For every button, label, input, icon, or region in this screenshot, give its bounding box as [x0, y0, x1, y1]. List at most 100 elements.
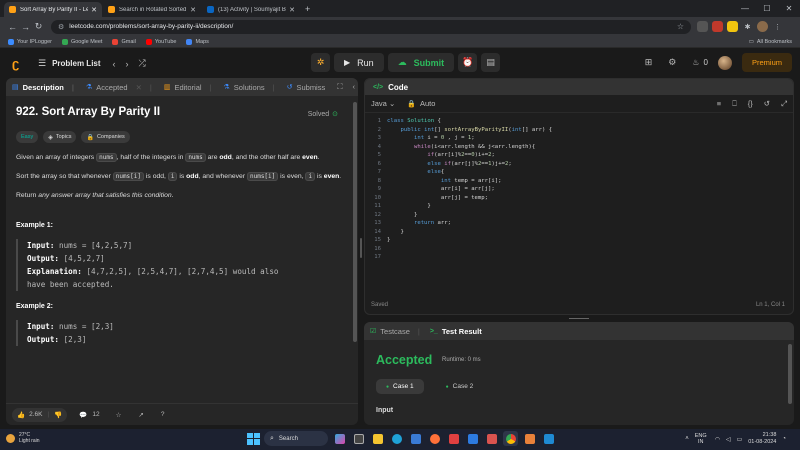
weather-widget[interactable]: 27°C Light rain [6, 432, 40, 444]
favorite-button[interactable]: ☆ [112, 411, 122, 419]
kebab-menu-icon[interactable]: ⋮ [772, 21, 783, 32]
language-select[interactable]: Java ⌄ [371, 99, 395, 108]
battery-icon[interactable]: ▭ [737, 436, 743, 443]
app-icon[interactable] [484, 431, 499, 446]
bookmark-item[interactable]: Gmail [112, 38, 136, 45]
clock[interactable]: 21:38 01-08-2024 [748, 432, 776, 446]
close-tab-icon[interactable]: ✕ [136, 83, 142, 92]
braces-icon[interactable]: {} [748, 99, 753, 109]
code-line[interactable]: 5 if(arr[i]%2==0)i+=2; [365, 151, 793, 160]
tab-description[interactable]: ▤ Description | [12, 83, 74, 92]
premium-button[interactable]: Premium [741, 53, 792, 72]
code-editor[interactable]: 1 class Solution {2 public int[] sortArra… [365, 113, 793, 262]
code-line[interactable]: 2 public int[] sortArrayByParityII(int[]… [365, 126, 793, 135]
reset-icon[interactable]: ↺ [764, 99, 770, 109]
problem-list-link[interactable]: Problem List [52, 59, 100, 68]
code-line[interactable]: 16 [365, 245, 793, 254]
run-button[interactable]: ▶ Run [334, 53, 384, 72]
tab-editorial[interactable]: ▥ Editorial | [164, 83, 212, 92]
code-line[interactable]: 15} [365, 236, 793, 245]
file-explorer-icon[interactable] [370, 431, 385, 446]
language-indicator[interactable]: ENG IN [695, 433, 707, 445]
puzzle-icon[interactable]: ✱ [742, 21, 753, 32]
shuffle-icon[interactable]: ⤮ [139, 58, 146, 69]
case-tab[interactable]: ● Case 2 [436, 379, 484, 394]
code-line[interactable]: 14 } [365, 228, 793, 237]
taskbar-search[interactable]: ⌕ Search [264, 431, 328, 446]
tab-solutions[interactable]: ⚗ Solutions | [224, 83, 275, 92]
settings-icon[interactable]: ⚙ [668, 57, 676, 68]
close-tab-icon[interactable]: ✕ [190, 6, 196, 14]
maximize-panel-icon[interactable]: ⛶ [337, 82, 342, 92]
all-bookmarks-button[interactable]: ▭ All Bookmarks [749, 39, 792, 45]
code-line[interactable]: 17 [365, 253, 793, 262]
horizontal-resize-handle[interactable] [364, 316, 794, 321]
task-view-icon[interactable] [351, 431, 366, 446]
tab-testcase[interactable]: ☑ Testcase | [370, 327, 420, 336]
profile-avatar-icon[interactable] [757, 21, 768, 32]
firefox-icon[interactable] [427, 431, 442, 446]
code-line[interactable]: 10 arr[j] = temp; [365, 194, 793, 203]
leetcode-logo-icon[interactable]: ʗ [12, 56, 26, 72]
forward-icon[interactable]: → [19, 22, 32, 32]
code-line[interactable]: 9 arr[i] = arr[j]; [365, 185, 793, 194]
code-line[interactable]: 13 return arr; [365, 219, 793, 228]
streak-counter[interactable]: ♨ 0 [692, 58, 708, 67]
extension-icon[interactable] [712, 21, 723, 32]
comments-button[interactable]: 💬 12 [79, 411, 99, 419]
edge-icon[interactable] [389, 431, 404, 446]
timer-icon[interactable]: ⏰ [458, 53, 478, 72]
browser-tab-2[interactable]: Search in Rotated Sorted Array ✕ [103, 2, 201, 17]
share-button[interactable]: ↗ [133, 411, 143, 419]
notes-icon[interactable]: ▤ [481, 53, 501, 72]
extension-icon[interactable] [697, 21, 708, 32]
scrollbar[interactable] [788, 344, 792, 404]
help-button[interactable]: ? [156, 411, 165, 418]
extension-icon[interactable] [727, 21, 738, 32]
tab-test-result[interactable]: >_ Test Result [430, 327, 482, 336]
close-window-icon[interactable]: ✕ [778, 0, 800, 16]
tab-accepted[interactable]: ⚗ Accepted ✕ | [86, 83, 152, 92]
wifi-icon[interactable]: ◠ [715, 436, 720, 443]
submit-button[interactable]: ☁ Submit [387, 53, 455, 72]
topics-chip[interactable]: ◈ Topics [43, 131, 77, 143]
code-line[interactable]: 7 else{ [365, 168, 793, 177]
scrollbar[interactable] [353, 102, 357, 342]
chrome-icon[interactable] [503, 431, 518, 446]
new-tab-button[interactable]: + [301, 2, 314, 17]
close-tab-icon[interactable]: ✕ [91, 6, 97, 14]
app-icon[interactable] [465, 431, 480, 446]
thumbs-down-icon[interactable]: 👎 [54, 411, 62, 419]
bookmark-item[interactable]: Google Meet [61, 38, 102, 45]
vertical-resize-handle[interactable] [359, 78, 363, 425]
code-line[interactable]: 1 class Solution { [365, 117, 793, 126]
next-problem-icon[interactable]: › [126, 59, 129, 69]
debug-icon[interactable]: ✲ [311, 53, 330, 72]
vscode-icon[interactable] [541, 431, 556, 446]
bookmark-item[interactable]: Your IPLogger [8, 38, 52, 45]
list-icon[interactable]: ☰ [38, 58, 46, 69]
volume-icon[interactable]: ◁ [726, 436, 731, 443]
code-line[interactable]: 3 int i = 0 , j = 1; [365, 134, 793, 143]
bookmark-item[interactable]: YouTube [145, 38, 176, 45]
reload-icon[interactable]: ↻ [32, 21, 45, 32]
chevron-up-icon[interactable]: ˄ [685, 436, 689, 442]
auto-save-toggle[interactable]: 🔒 Auto [407, 99, 435, 108]
code-line[interactable]: 8 int temp = arr[i]; [365, 177, 793, 186]
format-icon[interactable]: ≡ [717, 99, 721, 109]
thumbs-up-icon[interactable]: 👍 [17, 411, 25, 419]
browser-tab-1[interactable]: Sort Array By Parity II - LeetCod ✕ [4, 2, 102, 17]
bookmark-star-icon[interactable]: ☆ [677, 22, 684, 31]
notification-icon[interactable]: ◔ [782, 436, 786, 442]
close-tab-icon[interactable]: ✕ [289, 6, 295, 14]
app-icon[interactable] [446, 431, 461, 446]
expand-icon[interactable]: ⤢ [781, 99, 787, 109]
companies-chip[interactable]: 🔒 Companies [81, 131, 130, 143]
case-tab[interactable]: ● Case 1 [376, 379, 424, 394]
maximize-icon[interactable]: ☐ [756, 0, 778, 16]
minimize-icon[interactable]: — [734, 0, 756, 16]
bookmark-icon[interactable]: ⎕ [732, 99, 737, 109]
prev-problem-icon[interactable]: ‹ [113, 59, 116, 69]
code-line[interactable]: 12 } [365, 211, 793, 220]
store-icon[interactable] [408, 431, 423, 446]
